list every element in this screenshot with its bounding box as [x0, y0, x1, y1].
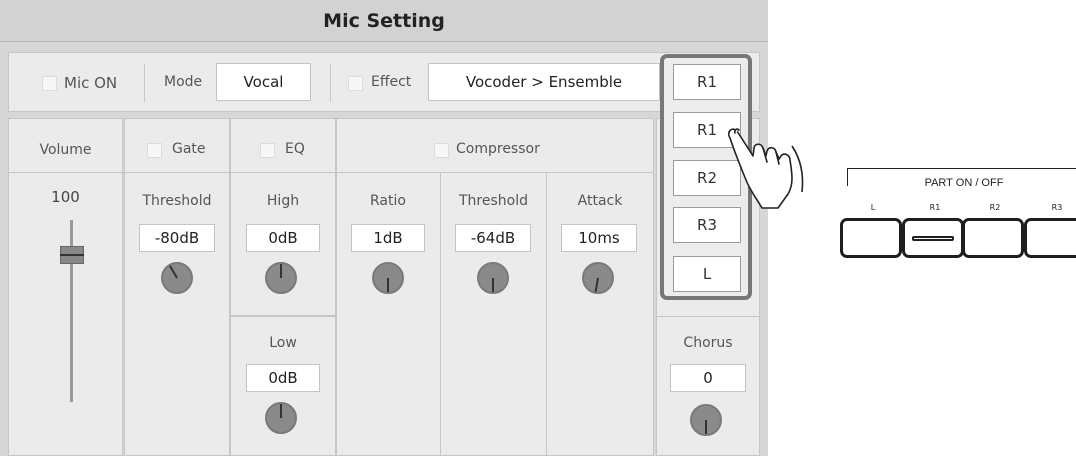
chorus-value[interactable]: 0	[670, 364, 746, 392]
attack-value[interactable]: 10ms	[561, 224, 637, 252]
ratio-label: Ratio	[370, 193, 406, 209]
eq-label: EQ	[285, 141, 305, 157]
attack-knob[interactable]	[582, 262, 614, 294]
volume-header: Volume	[39, 142, 92, 158]
part-label-r1: R1	[929, 203, 941, 212]
gate-checkbox[interactable]	[147, 143, 162, 158]
mode-label: Mode	[164, 74, 203, 90]
compressor-checkbox[interactable]	[434, 143, 449, 158]
gate-threshold-knob[interactable]	[161, 262, 193, 294]
gate-threshold-label: Threshold	[142, 193, 212, 209]
eq-high-value[interactable]: 0dB	[246, 224, 320, 252]
part-l-button[interactable]	[840, 218, 902, 258]
ratio-value[interactable]: 1dB	[351, 224, 425, 252]
divider	[440, 173, 441, 456]
part-r3-button[interactable]	[1024, 218, 1076, 258]
volume-value: 100	[51, 188, 80, 206]
divider	[330, 64, 331, 102]
divider	[8, 172, 336, 173]
pointing-hand-icon	[727, 128, 804, 209]
comp-threshold-label: Threshold	[459, 193, 528, 209]
gate-threshold-value[interactable]: -80dB	[139, 224, 215, 252]
chorus-knob[interactable]	[690, 404, 722, 436]
divider	[144, 64, 145, 102]
mic-on-label: Mic ON	[64, 74, 118, 92]
eq-low-value[interactable]: 0dB	[246, 364, 320, 392]
part-r2-button[interactable]	[962, 218, 1024, 258]
comp-threshold-knob[interactable]	[477, 262, 509, 294]
part-option-l[interactable]: L	[673, 256, 741, 292]
divider	[546, 173, 547, 456]
gate-label: Gate	[172, 141, 206, 157]
panel-title: Mic Setting	[0, 0, 768, 42]
mic-on-checkbox[interactable]	[42, 76, 57, 91]
part-selected-button[interactable]: R1	[673, 64, 741, 100]
chorus-label: Chorus	[683, 335, 733, 351]
divider	[656, 316, 760, 317]
eq-low-label: Low	[269, 335, 297, 351]
ratio-knob[interactable]	[372, 262, 404, 294]
effect-checkbox[interactable]	[348, 76, 363, 91]
eq-high-label: High	[266, 193, 300, 209]
effect-label: Effect	[371, 74, 412, 90]
attack-label: Attack	[577, 193, 623, 209]
effect-value-field[interactable]: Vocoder > Ensemble	[428, 63, 660, 101]
mode-value-field[interactable]: Vocal	[216, 63, 311, 101]
part-label-l: L	[870, 203, 876, 212]
divider	[336, 172, 654, 173]
part-label-r2: R2	[989, 203, 1001, 212]
comp-threshold-value[interactable]: -64dB	[455, 224, 531, 252]
eq-high-knob[interactable]	[265, 262, 297, 294]
part-label-r3: R3	[1051, 203, 1063, 212]
slider-handle-line	[60, 254, 84, 256]
compressor-label: Compressor	[456, 141, 540, 157]
eq-checkbox[interactable]	[260, 143, 275, 158]
part-panel-title: PART ON / OFF	[924, 177, 1004, 189]
r1-indicator-light	[912, 236, 954, 241]
part-option-r3[interactable]: R3	[673, 207, 741, 243]
eq-low-knob[interactable]	[265, 402, 297, 434]
